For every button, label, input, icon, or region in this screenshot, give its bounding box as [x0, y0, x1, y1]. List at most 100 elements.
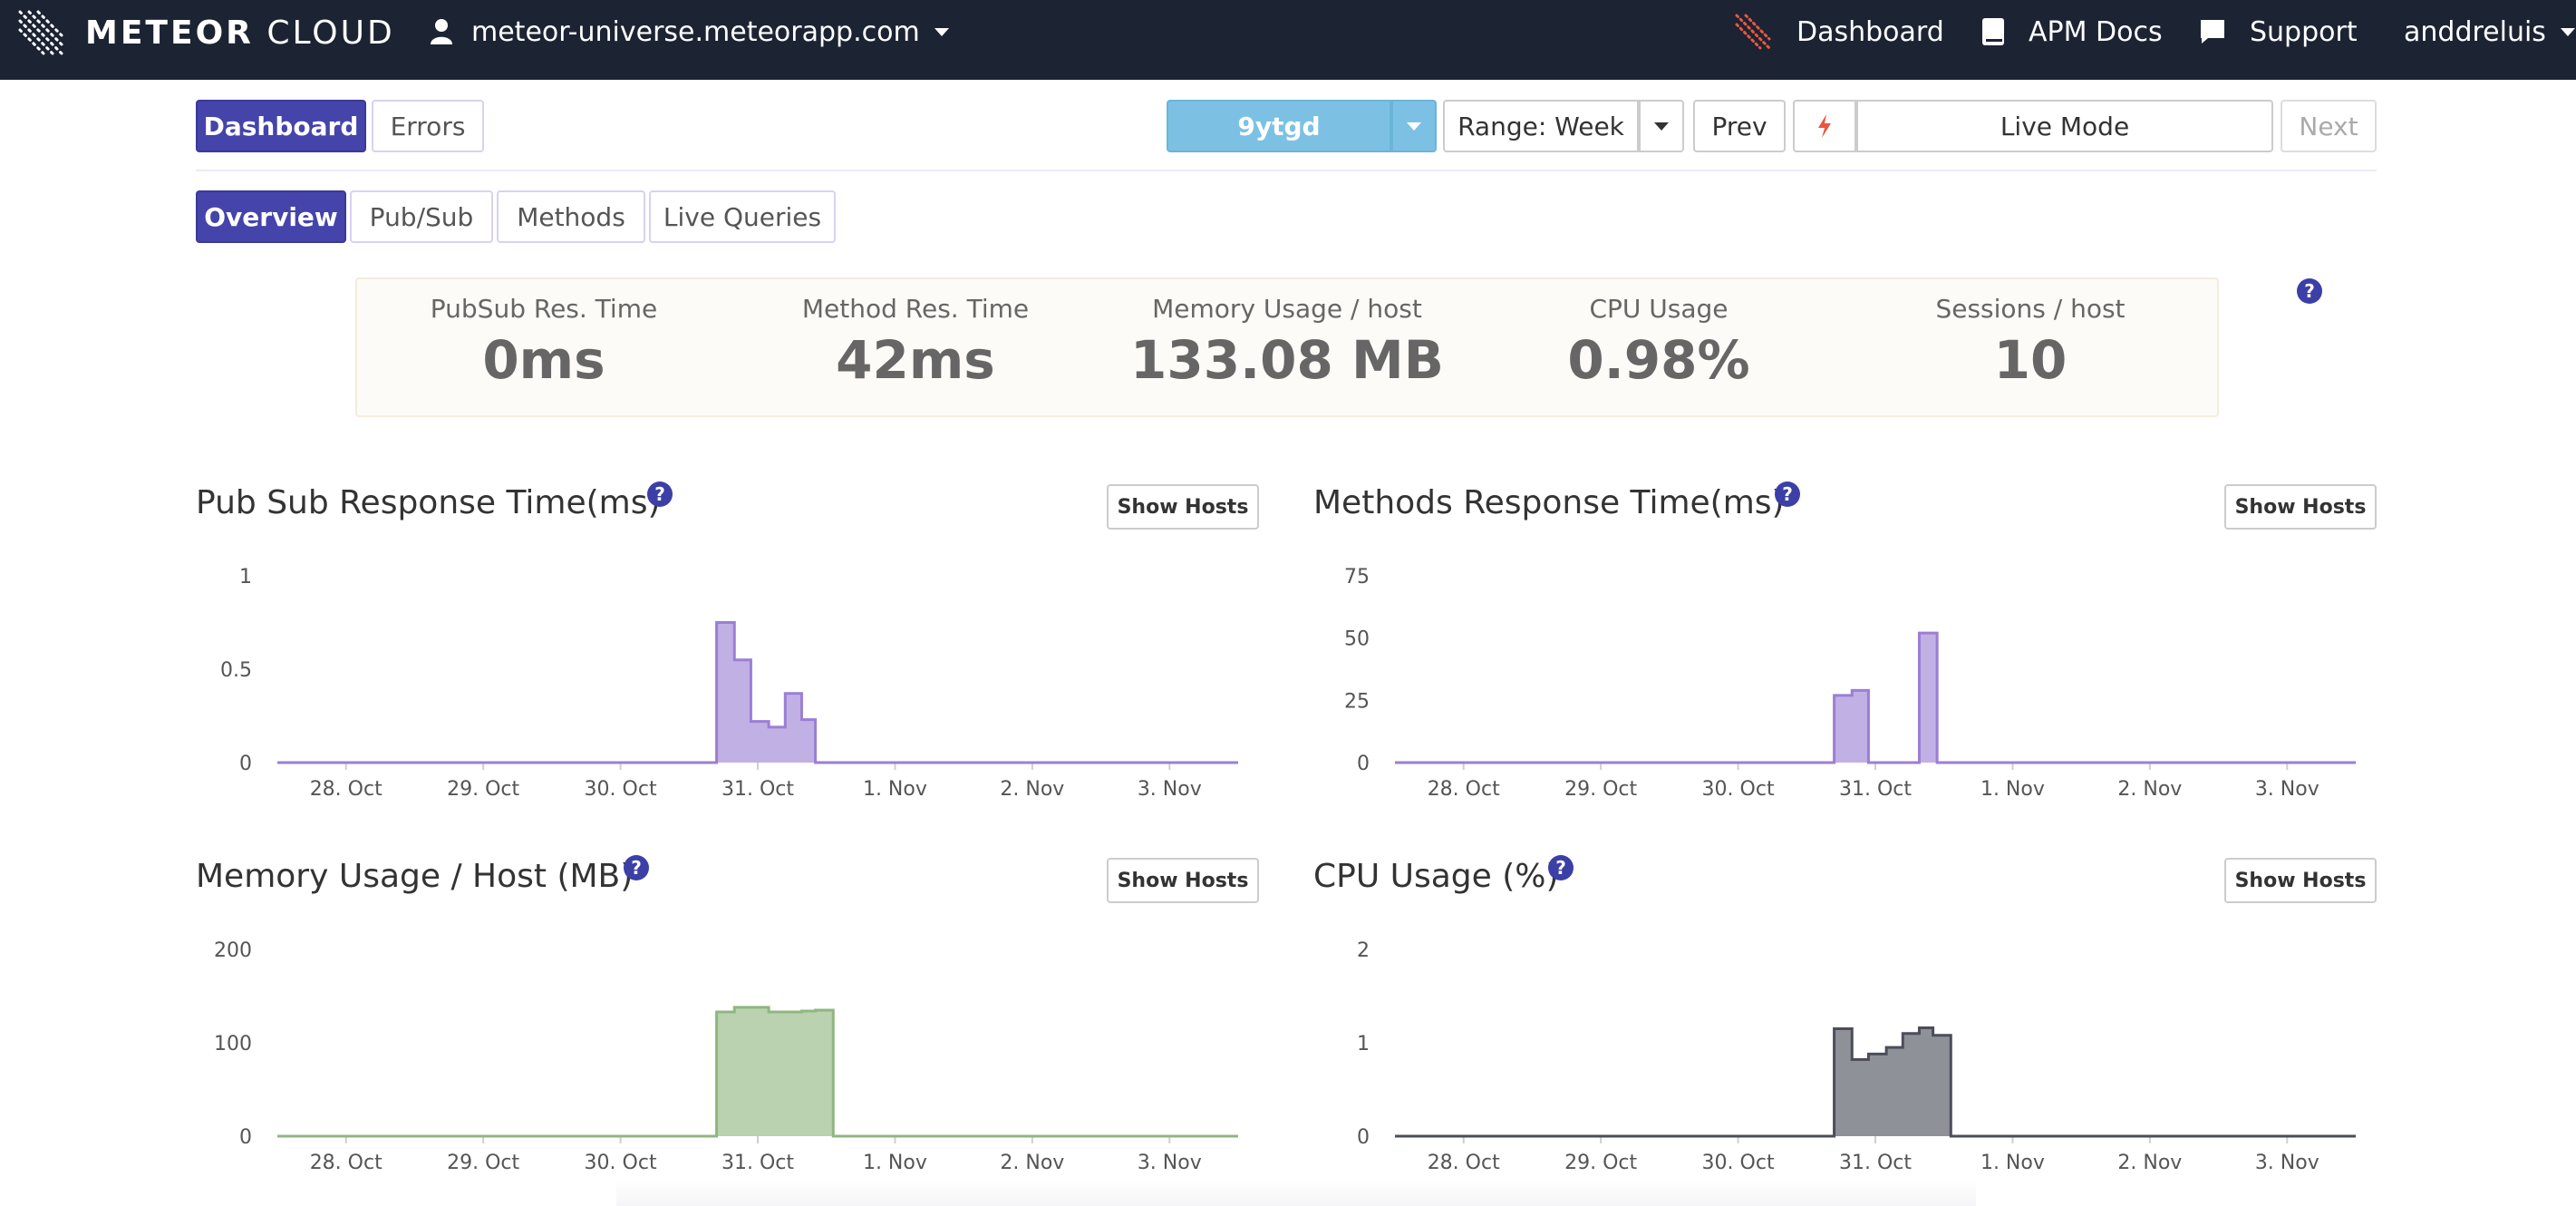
x-tick-label: 29. Oct: [1564, 1152, 1637, 1174]
y-tick-label: 50: [1344, 628, 1370, 651]
brand-logo[interactable]: METEOR CLOUD: [16, 5, 395, 60]
chevron-down-icon: [1407, 122, 1421, 131]
x-tick-label: 31. Oct: [1839, 1152, 1912, 1174]
chart-title-cpu: CPU Usage (%): [1313, 858, 1559, 895]
chat-icon: [2201, 20, 2224, 44]
show-hosts-button[interactable]: Show Hosts: [1107, 858, 1259, 903]
tab-dashboard[interactable]: Dashboard: [196, 100, 366, 152]
chevron-down-icon: [2560, 27, 2575, 36]
help-icon[interactable]: ?: [1548, 855, 1574, 880]
help-icon[interactable]: ?: [647, 481, 673, 507]
x-tick-label: 30. Oct: [1702, 1152, 1775, 1174]
series-area: [1395, 633, 2356, 763]
y-tick-label: 0: [239, 1126, 252, 1149]
metric-label: CPU Usage: [1589, 294, 1729, 324]
x-tick-label: 2. Nov: [1000, 1152, 1064, 1174]
tab-methods[interactable]: Methods: [497, 190, 645, 243]
tab-pub-sub[interactable]: Pub/Sub: [350, 190, 493, 243]
metric-pubsub-response: PubSub Res. Time 0ms: [357, 294, 731, 391]
x-tick-label: 1. Nov: [1980, 1152, 2045, 1174]
nav-support-label: Support: [2250, 15, 2358, 48]
summary-panel: PubSub Res. Time 0ms Method Res. Time 42…: [355, 277, 2219, 417]
tab-live-queries[interactable]: Live Queries: [649, 190, 836, 243]
x-tick-label: 31. Oct: [1839, 778, 1912, 801]
methods-response-chart: 0 25 50 75 28. Oct 29. Oct 30. Oct 31. Oct 1. No…: [1344, 566, 2356, 801]
y-tick-label: 100: [214, 1033, 252, 1055]
y-tick-label: 0: [1357, 753, 1370, 775]
x-tick-label: 29. Oct: [447, 778, 519, 801]
memory-usage-chart: 0 100 200 28. Oct 29. Oct 30. Oct 31. Oct 1. No…: [214, 939, 1238, 1174]
top-navbar: METEOR CLOUD meteor-universe.meteorapp.c…: [0, 0, 2576, 80]
app-selector[interactable]: meteor-universe.meteorapp.com: [430, 11, 949, 53]
metric-cpu-usage: CPU Usage 0.98%: [1472, 294, 1845, 391]
show-hosts-button[interactable]: Show Hosts: [2224, 484, 2377, 530]
help-icon[interactable]: ?: [2297, 278, 2322, 304]
metric-value: 0ms: [482, 329, 605, 391]
nav-apm-docs-link[interactable]: APM Docs: [1981, 11, 2163, 53]
metric-label: Method Res. Time: [801, 294, 1030, 324]
app-name: meteor-universe.meteorapp.com: [471, 15, 920, 48]
x-tick-label: 28. Oct: [1428, 778, 1500, 801]
host-dropdown-toggle[interactable]: [1391, 100, 1437, 152]
chart-title-pubsub: Pub Sub Response Time(ms): [196, 484, 661, 521]
metric-value: 133.08 MB: [1130, 329, 1444, 391]
prev-button[interactable]: Prev: [1693, 100, 1786, 152]
help-icon[interactable]: ?: [624, 855, 649, 880]
series-area: [277, 1007, 1238, 1136]
y-tick-label: 0: [239, 753, 252, 775]
host-selector-button[interactable]: 9ytgd: [1167, 100, 1391, 152]
metric-value: 10: [1993, 329, 2068, 391]
show-hosts-button[interactable]: Show Hosts: [1107, 484, 1259, 530]
x-tick-label: 31. Oct: [721, 778, 794, 801]
y-tick-label: 75: [1344, 566, 1370, 588]
range-selector-button[interactable]: Range: Week: [1443, 100, 1639, 152]
y-tick-label: 200: [214, 939, 252, 962]
range-dropdown-toggle[interactable]: [1639, 100, 1684, 152]
x-tick-label: 31. Oct: [721, 1152, 794, 1174]
x-tick-label: 28. Oct: [310, 1152, 383, 1174]
meteor-logo-icon: [18, 10, 63, 55]
show-hosts-button[interactable]: Show Hosts: [2224, 858, 2377, 903]
chevron-down-icon: [1654, 122, 1669, 131]
x-tick-label: 30. Oct: [585, 778, 657, 801]
scroll-fade: [616, 1179, 1976, 1206]
nav-dashboard-label: Dashboard: [1796, 15, 1944, 48]
x-tick-label: 28. Oct: [1428, 1152, 1500, 1174]
nav-dashboard-link[interactable]: Dashboard: [1733, 11, 1944, 53]
y-tick-label: 0: [1357, 1126, 1370, 1149]
y-tick-label: 25: [1344, 690, 1370, 713]
user-icon: [431, 19, 452, 44]
y-tick-label: 1: [1357, 1033, 1370, 1055]
x-tick-label: 29. Oct: [447, 1152, 519, 1174]
user-name: anddreluis: [2404, 15, 2546, 48]
live-mode-toggle[interactable]: [1793, 100, 1856, 152]
tab-errors[interactable]: Errors: [372, 100, 484, 152]
tab-overview[interactable]: Overview: [196, 190, 346, 243]
x-tick-label: 29. Oct: [1564, 778, 1637, 801]
x-tick-label: 3. Nov: [1138, 1152, 1202, 1174]
meteor-icon: [1735, 14, 1771, 50]
metric-memory-usage: Memory Usage / host 133.08 MB: [1100, 294, 1474, 391]
x-tick-label: 3. Nov: [1138, 778, 1202, 801]
metric-value: 42ms: [836, 329, 995, 391]
user-menu[interactable]: anddreluis: [2404, 11, 2575, 53]
cpu-usage-chart: 0 1 2 28. Oct 29. Oct 30. Oct 31. Oct 1. Nov 2. …: [1357, 939, 2356, 1174]
series-area: [277, 622, 1238, 763]
bolt-icon: [1818, 114, 1831, 138]
x-tick-label: 2. Nov: [1000, 778, 1064, 801]
pubsub-response-chart: 0 0.5 1 28. Oct 29. Oct 30. Oct 31. Oct 1. Nov 2…: [220, 566, 1238, 801]
help-icon[interactable]: ?: [1775, 481, 1800, 507]
x-tick-label: 30. Oct: [1702, 778, 1775, 801]
x-tick-label: 3. Nov: [2255, 778, 2319, 801]
live-mode-button[interactable]: Live Mode: [1856, 100, 2273, 152]
series-area: [1395, 1027, 2356, 1136]
x-tick-label: 1. Nov: [863, 1152, 927, 1174]
metric-sessions: Sessions / host 10: [1844, 294, 2217, 391]
nav-support-link[interactable]: Support: [2199, 11, 2358, 53]
next-button[interactable]: Next: [2281, 100, 2377, 152]
x-tick-label: 1. Nov: [863, 778, 927, 801]
x-tick-label: 3. Nov: [2255, 1152, 2319, 1174]
chevron-down-icon: [934, 27, 949, 36]
x-tick-label: 2. Nov: [2117, 1152, 2182, 1174]
metric-label: Memory Usage / host: [1152, 294, 1422, 324]
